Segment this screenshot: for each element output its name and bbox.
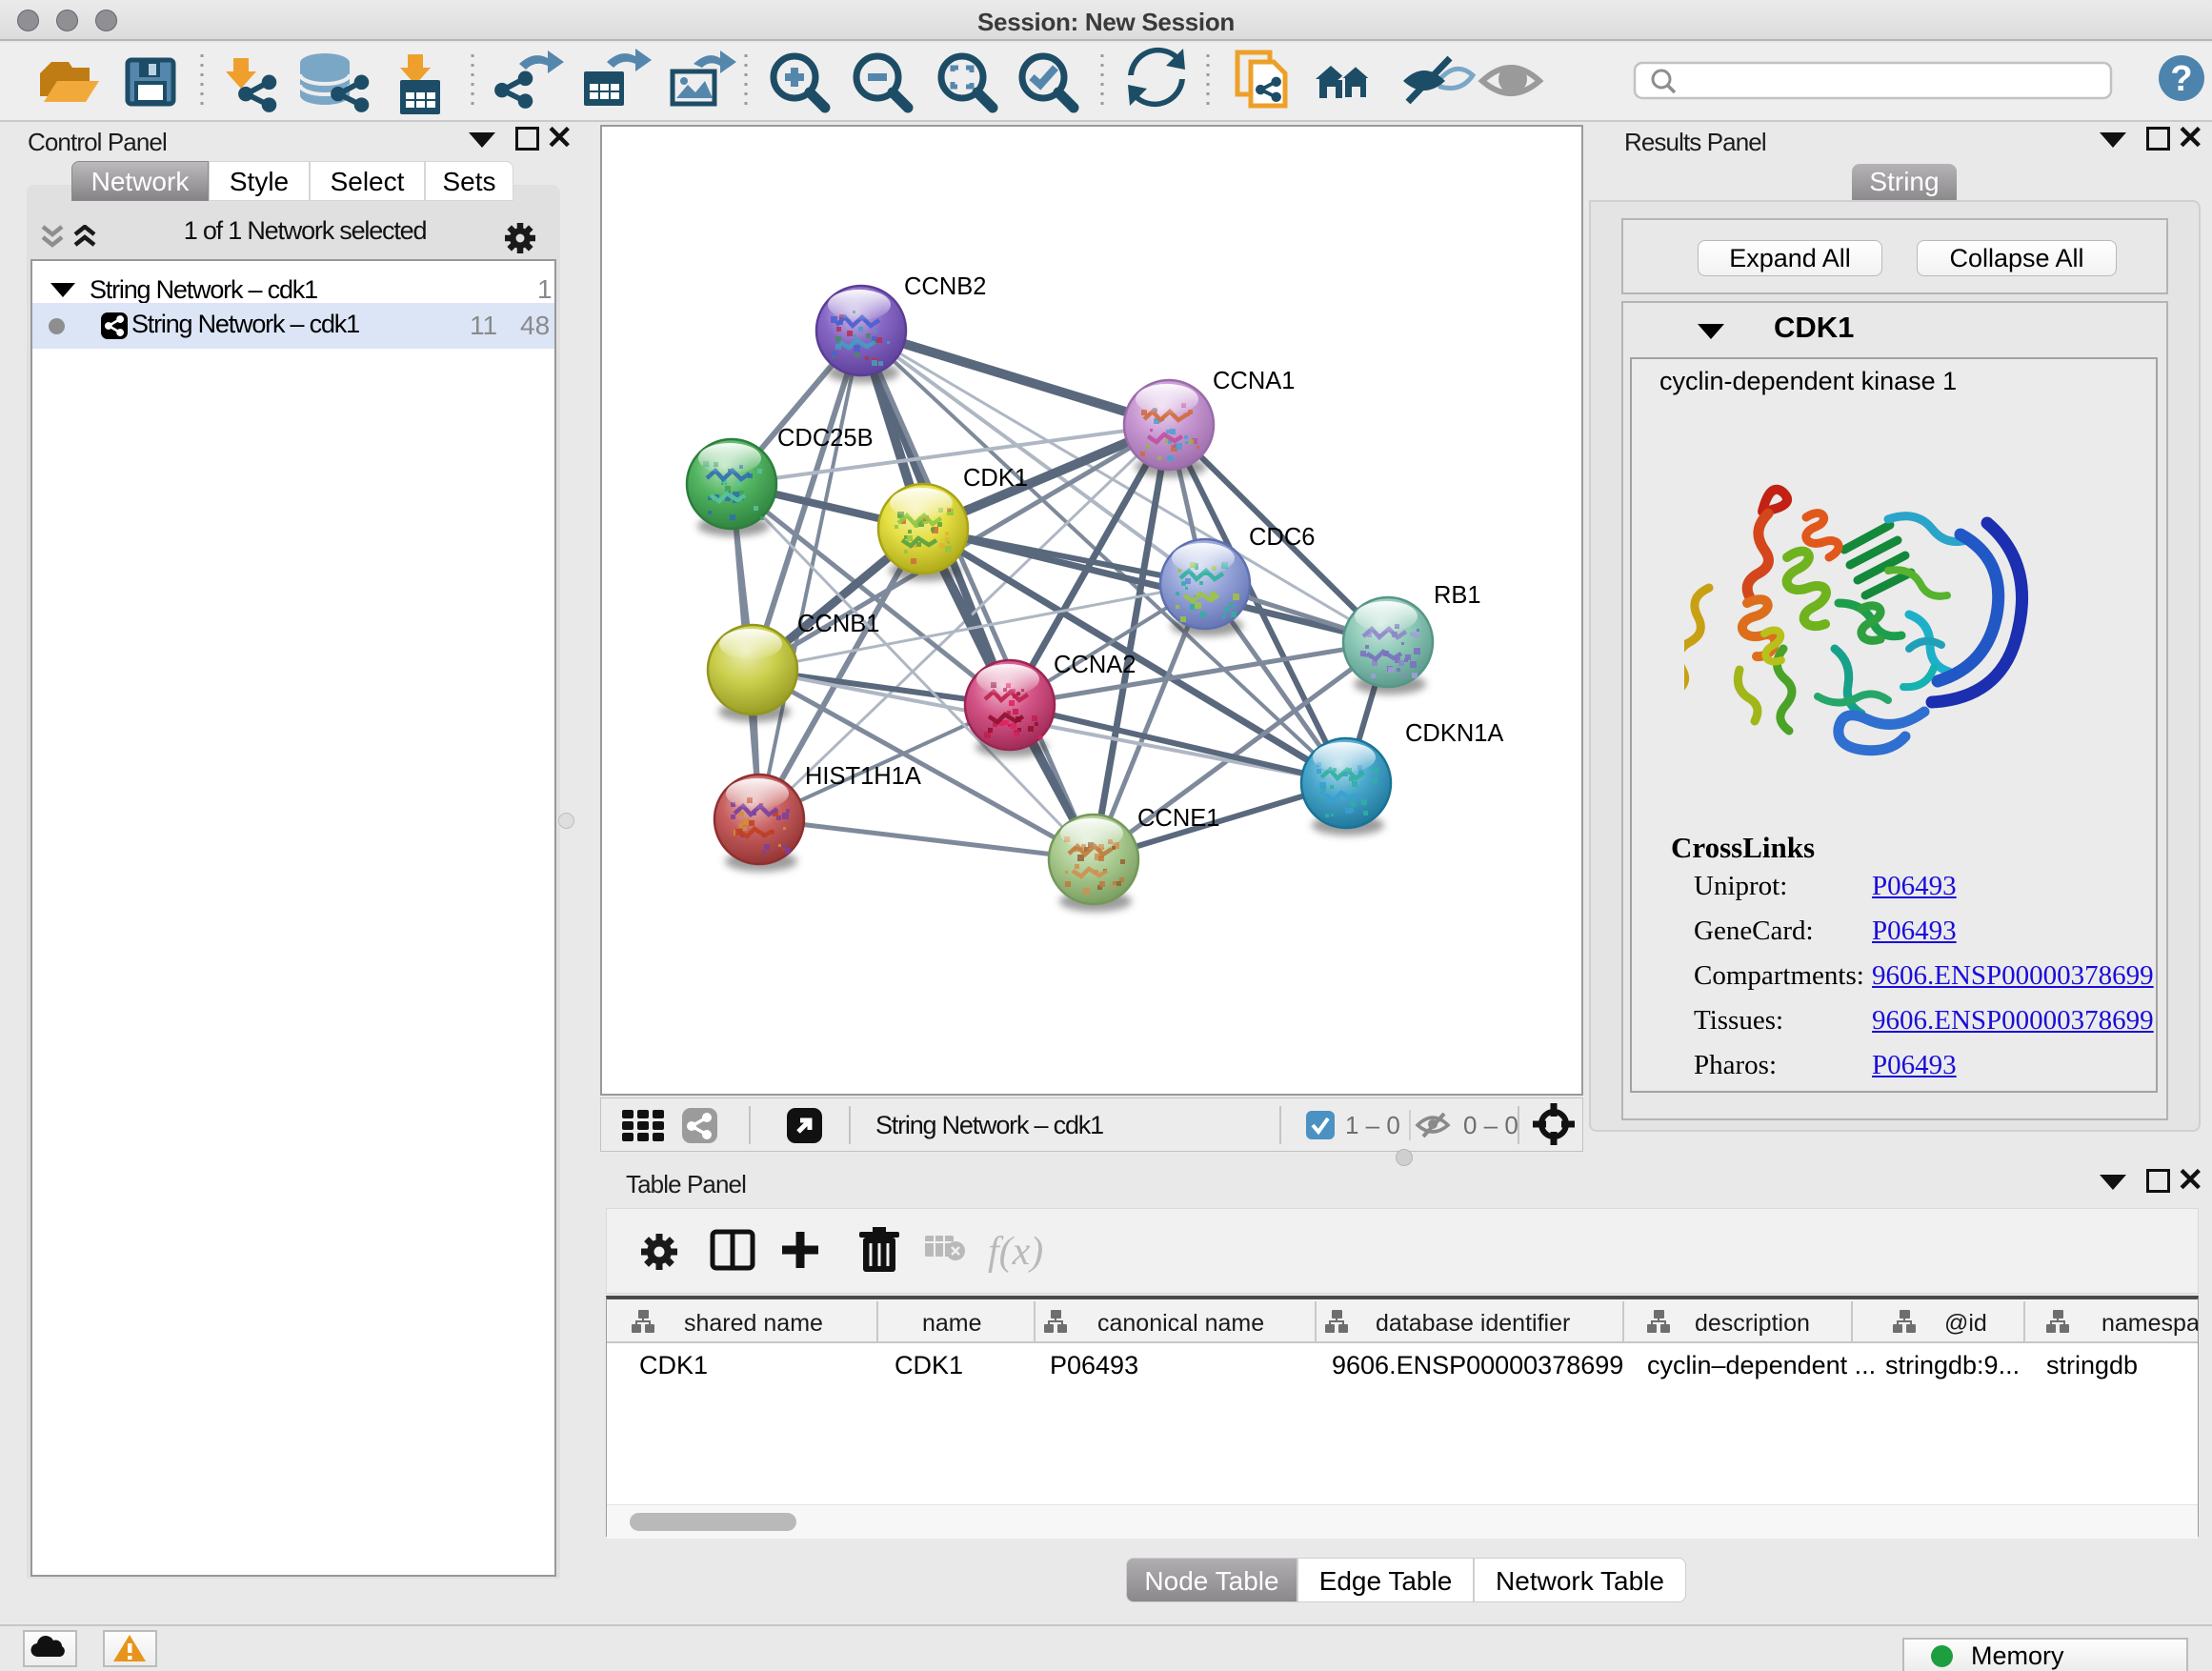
svg-text:1 – 0: 1 – 0 [1345,1111,1400,1139]
svg-text:CDC6: CDC6 [1249,524,1315,551]
svg-text:name: name [922,1310,982,1337]
svg-text:canonical name: canonical name [1097,1310,1264,1337]
svg-text:CCNB2: CCNB2 [904,273,986,300]
svg-text:?: ? [2170,59,2192,99]
svg-text:0 – 0: 0 – 0 [1463,1111,1518,1139]
svg-text:CCNA2: CCNA2 [1054,652,1136,678]
svg-text:namespac: namespac [2101,1310,2198,1337]
svg-text:HIST1H1A: HIST1H1A [805,763,921,790]
svg-text:shared name: shared name [684,1310,823,1337]
svg-text:CDC25B: CDC25B [777,425,874,452]
svg-text:database identifier: database identifier [1376,1310,1570,1337]
svg-text:@id: @id [1944,1310,1987,1337]
svg-text:CCNA1: CCNA1 [1213,368,1295,394]
svg-text:CDKN1A: CDKN1A [1405,720,1503,747]
svg-text:f(x): f(x) [988,1230,1043,1274]
svg-text:description: description [1695,1310,1810,1337]
svg-text:CCNE1: CCNE1 [1137,805,1219,832]
svg-text:RB1: RB1 [1434,582,1481,609]
svg-text:CCNB1: CCNB1 [797,611,879,637]
svg-text:String Network – cdk1: String Network – cdk1 [875,1111,1103,1139]
svg-text:CDK1: CDK1 [963,465,1028,492]
